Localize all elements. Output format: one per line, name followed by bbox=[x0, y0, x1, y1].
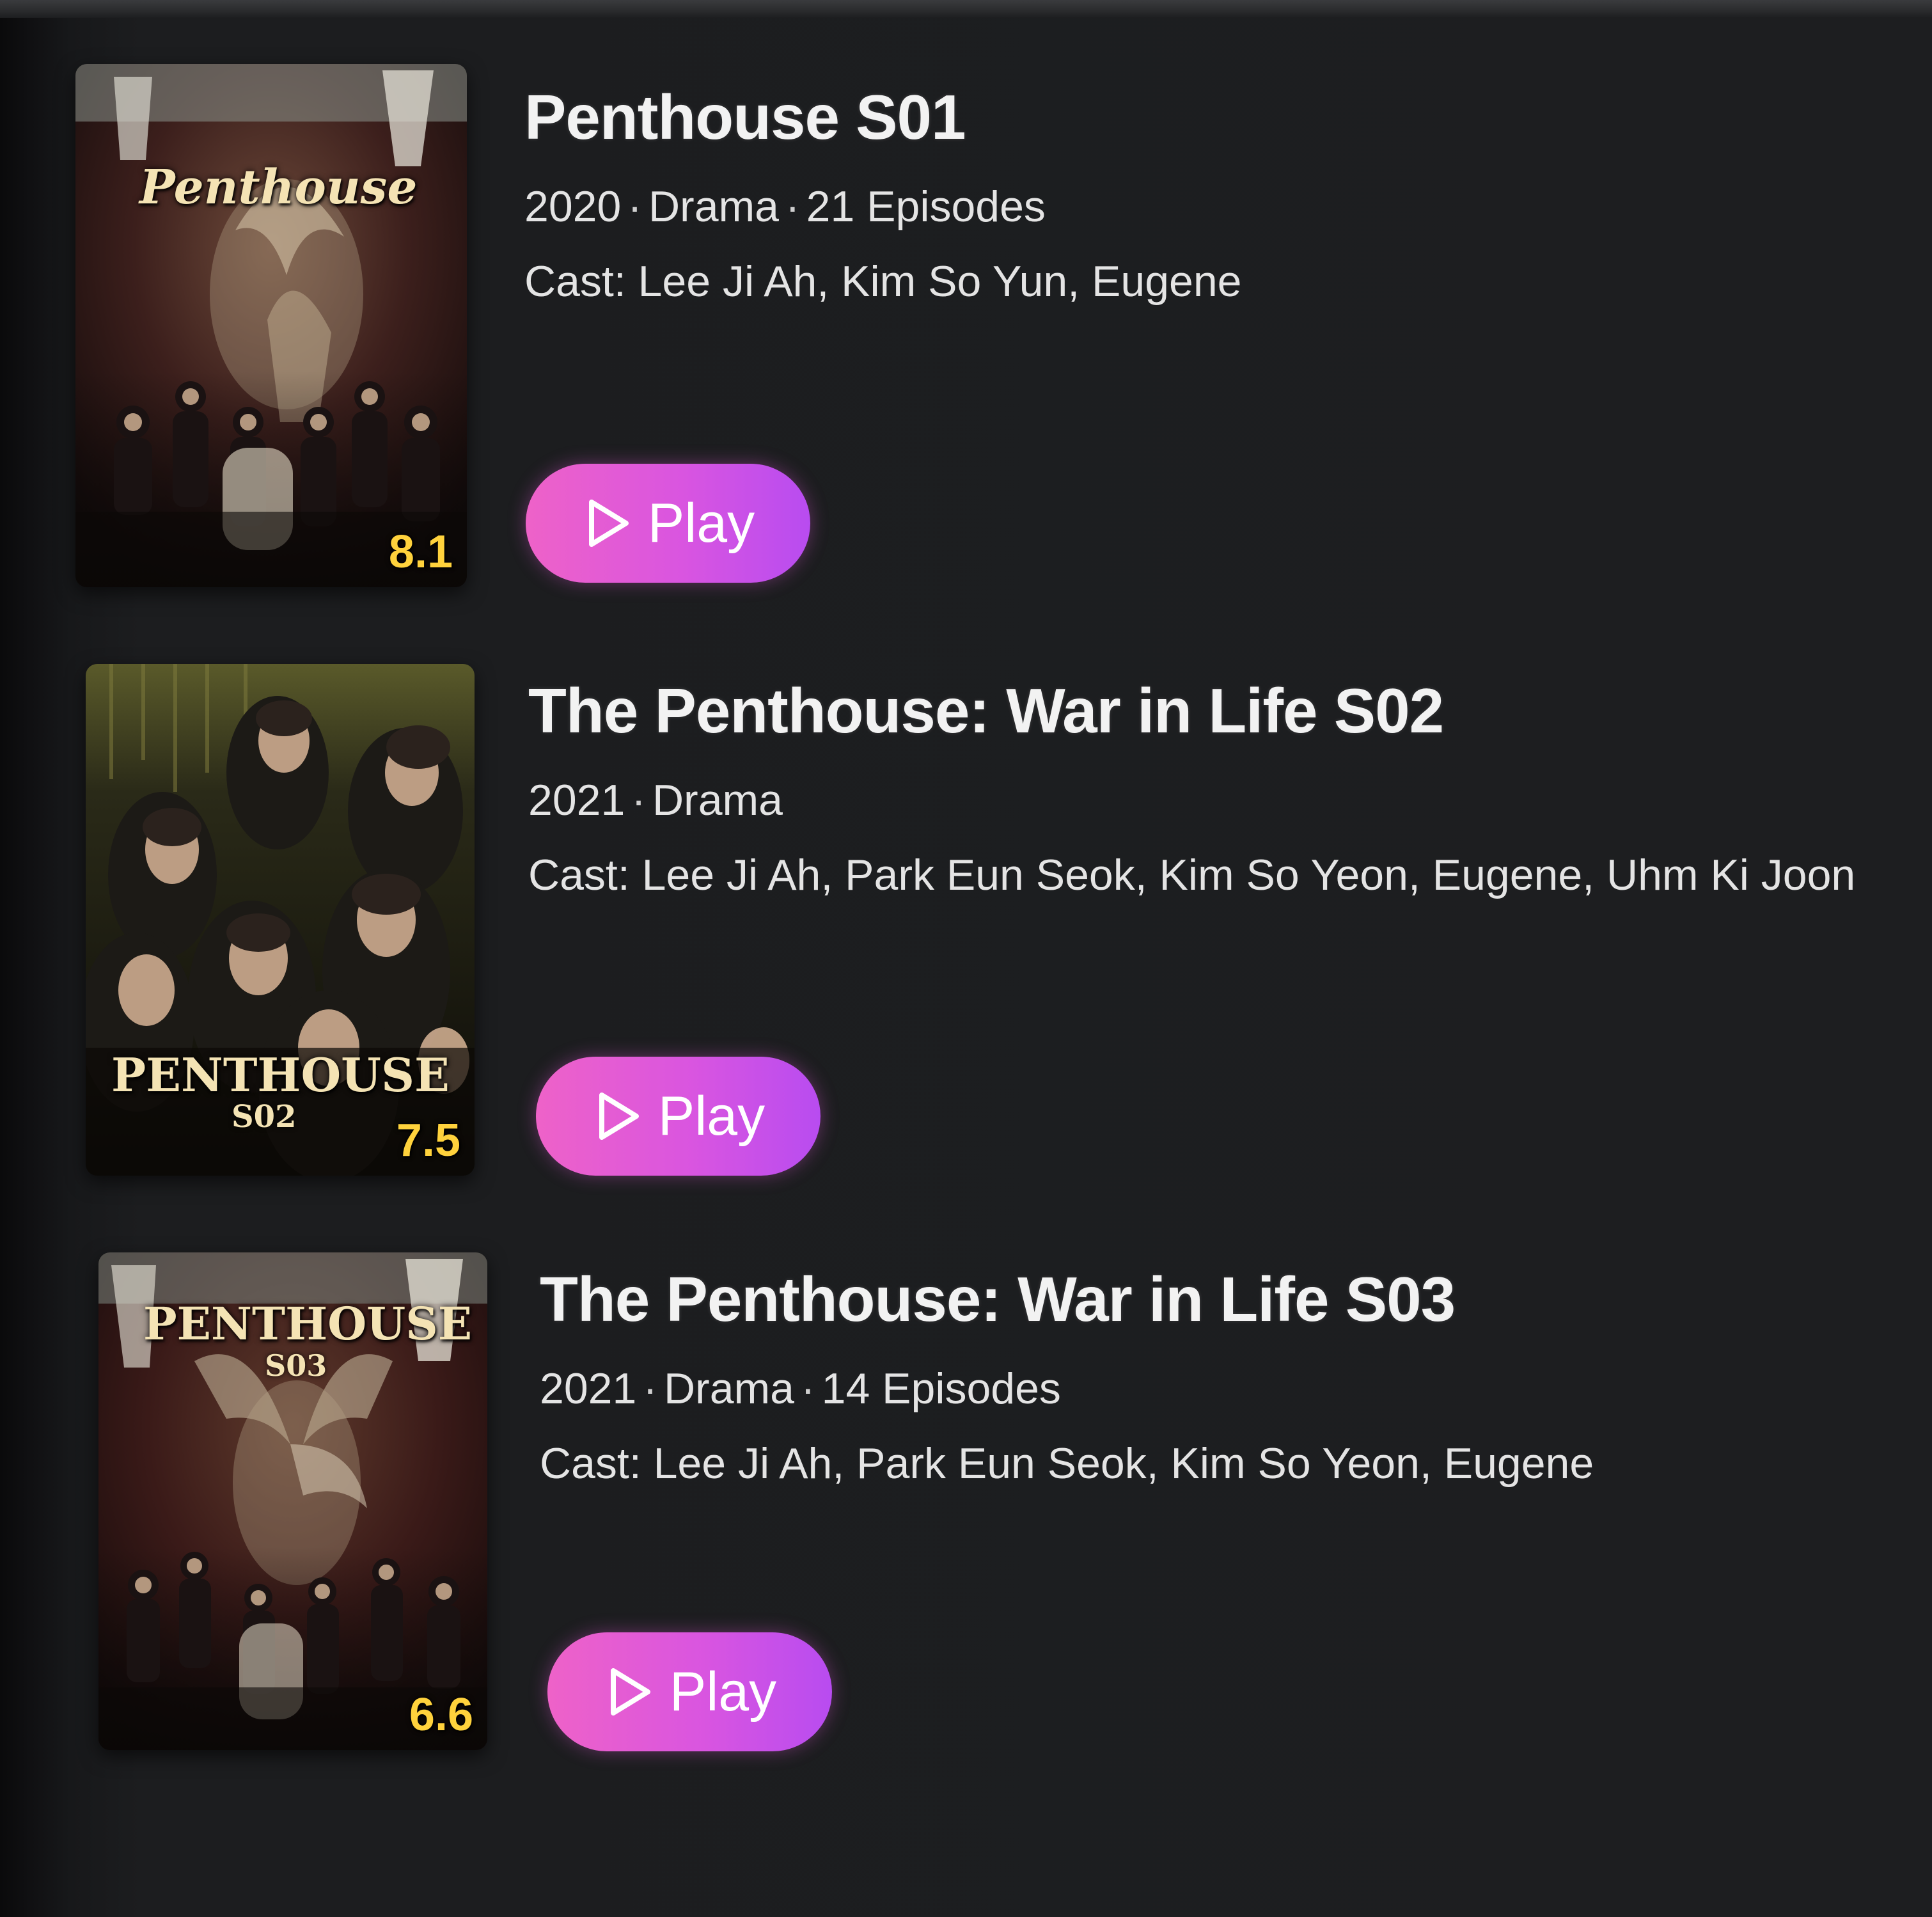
item-episodes: 14 Episodes bbox=[821, 1364, 1061, 1413]
item-meta: 2021 · Drama bbox=[528, 775, 1932, 824]
poster-season: S02 bbox=[232, 1099, 297, 1135]
item-title[interactable]: The Penthouse: War in Life S03 bbox=[540, 1265, 1932, 1334]
item-genre: Drama bbox=[648, 182, 779, 231]
play-button-label: Play bbox=[669, 1661, 777, 1723]
item-episodes: 21 Episodes bbox=[806, 182, 1046, 231]
poster-season: S03 bbox=[265, 1348, 327, 1383]
poster-title: PENTHOUSE bbox=[143, 1297, 473, 1350]
item-cast: Cast: Lee Ji Ah, Kim So Yun, Eugene bbox=[524, 256, 1242, 306]
item-cast: Cast: Lee Ji Ah, Park Eun Seok, Kim So Y… bbox=[528, 850, 1856, 899]
item-cast: Cast: Lee Ji Ah, Park Eun Seok, Kim So Y… bbox=[540, 1439, 1594, 1488]
item-genre: Drama bbox=[663, 1364, 794, 1413]
play-button[interactable]: Play bbox=[547, 1632, 832, 1751]
meta-separator: · bbox=[800, 1364, 815, 1413]
poster[interactable]: PENTHOUSE S02 7.5 bbox=[86, 664, 475, 1176]
play-icon bbox=[610, 1668, 650, 1716]
play-button[interactable]: Play bbox=[536, 1057, 821, 1176]
item-genre: Drama bbox=[652, 775, 783, 824]
list-item: Penthouse 8.1 Penthouse S01 2020 · Drama · 2… bbox=[75, 64, 1930, 588]
poster[interactable]: Penthouse 8.1 bbox=[75, 64, 467, 587]
meta-separator: · bbox=[631, 775, 646, 824]
play-button[interactable]: Play bbox=[526, 464, 810, 583]
meta-separator: · bbox=[643, 1364, 657, 1413]
play-button-label: Play bbox=[657, 1085, 766, 1147]
meta-separator: · bbox=[785, 182, 800, 231]
item-meta: 2021 · Drama · 14 Episodes bbox=[540, 1364, 1932, 1413]
item-meta: 2020 · Drama · 21 Episodes bbox=[524, 182, 1931, 231]
title-info: Penthouse S01 2020 · Drama · 21 Episodes Cas… bbox=[524, 83, 1931, 305]
play-icon bbox=[599, 1093, 639, 1140]
item-year: 2021 bbox=[528, 775, 625, 824]
title-info: The Penthouse: War in Life S02 2021 · Dram… bbox=[528, 676, 1932, 899]
rating-badge: 6.6 bbox=[409, 1689, 473, 1740]
poster-title: Penthouse bbox=[139, 160, 418, 215]
rating-badge: 7.5 bbox=[396, 1115, 460, 1166]
rating-badge: 8.1 bbox=[388, 526, 453, 578]
poster-artwork bbox=[75, 64, 467, 587]
item-year: 2021 bbox=[540, 1364, 637, 1413]
play-icon bbox=[588, 500, 629, 547]
list-item: PENTHOUSE S02 7.5 The Penthouse: War in … bbox=[86, 664, 1932, 1188]
item-title[interactable]: The Penthouse: War in Life S02 bbox=[528, 676, 1932, 746]
play-button-label: Play bbox=[647, 492, 755, 554]
meta-separator: · bbox=[627, 182, 642, 231]
poster[interactable]: PENTHOUSE S03 6.6 bbox=[98, 1252, 487, 1750]
poster-title: PENTHOUSE bbox=[111, 1048, 450, 1102]
item-title[interactable]: Penthouse S01 bbox=[524, 83, 1931, 152]
title-list: Penthouse 8.1 Penthouse S01 2020 · Drama · 2… bbox=[0, 0, 1932, 1917]
list-item: PENTHOUSE S03 6.6 The Penthouse: War in … bbox=[98, 1252, 1932, 1777]
title-info: The Penthouse: War in Life S03 2021 · Dram… bbox=[540, 1265, 1932, 1487]
item-year: 2020 bbox=[524, 182, 622, 231]
